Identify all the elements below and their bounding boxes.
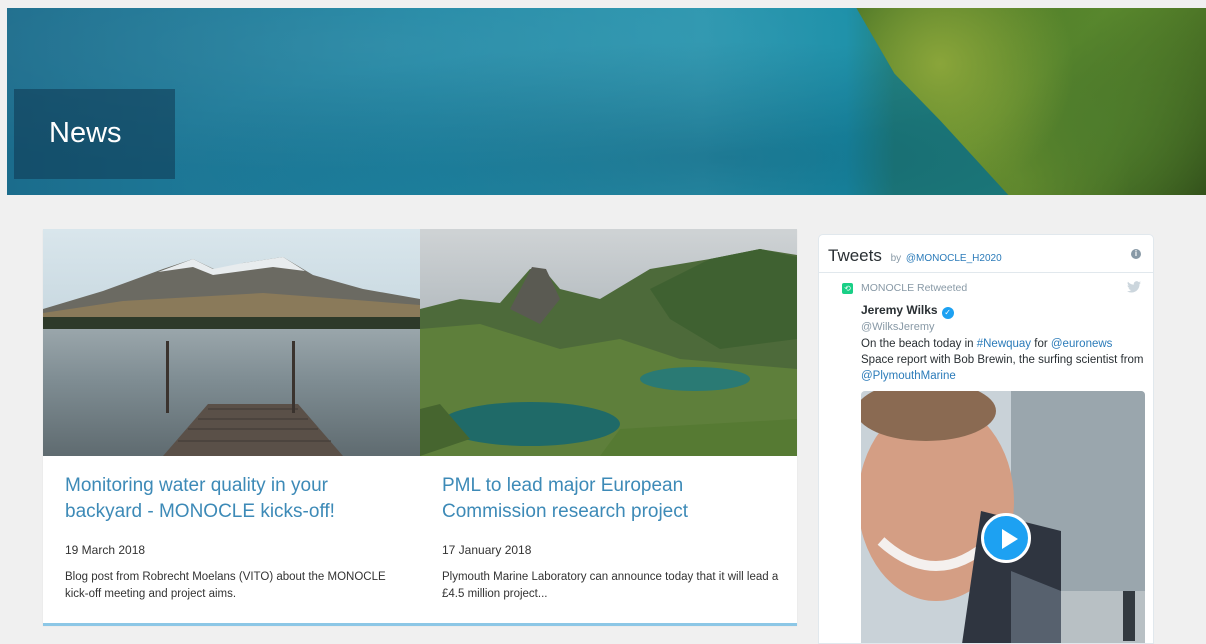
news-card[interactable]: Monitoring water quality in your backyar… <box>43 229 420 625</box>
retweet-icon: ⟲ <box>842 283 853 294</box>
info-icon[interactable]: i <box>1131 249 1141 259</box>
hero-banner: News <box>7 8 1206 195</box>
news-list: Monitoring water quality in your backyar… <box>43 229 797 625</box>
tweets-handle-link[interactable]: @MONOCLE_H2020 <box>906 253 1002 264</box>
mention-link[interactable]: @euronews <box>1051 338 1113 350</box>
tweet-video[interactable] <box>861 391 1145 643</box>
news-card-date: 17 January 2018 <box>442 543 532 557</box>
tweets-header: Tweets by @MONOCLE_H2020 i <box>819 235 1153 273</box>
verified-badge-icon: ✓ <box>941 307 954 319</box>
mountain-lake-graphic <box>420 249 797 456</box>
news-card-title[interactable]: PML to lead major European Commission re… <box>442 473 787 525</box>
news-card-description: Plymouth Marine Laboratory can announce … <box>442 571 779 600</box>
tweet-author-name[interactable]: Jeremy Wilks ✓ <box>861 303 954 319</box>
page-title: News <box>49 117 122 149</box>
news-card-title[interactable]: Monitoring water quality in your backyar… <box>65 473 410 525</box>
news-card-image[interactable] <box>43 229 420 456</box>
dock-graphic <box>163 341 343 456</box>
play-icon[interactable] <box>981 513 1031 563</box>
news-card-description: Blog post from Robrecht Moelans (VITO) a… <box>65 571 386 600</box>
hashtag-link[interactable]: #Newquay <box>977 338 1031 350</box>
mention-link[interactable]: @PlymouthMarine <box>861 370 956 382</box>
hero-title-box: News <box>14 89 175 179</box>
news-bottom-accent <box>43 623 797 626</box>
news-card-date: 19 March 2018 <box>65 543 146 557</box>
news-card[interactable]: PML to lead major European Commission re… <box>420 229 797 625</box>
twitter-timeline-widget: Tweets by @MONOCLE_H2020 i ⟲ MONOCLE Ret… <box>818 234 1154 644</box>
retweet-label[interactable]: MONOCLE Retweeted <box>861 282 967 294</box>
tweets-title: Tweets by @MONOCLE_H2020 <box>828 246 1002 265</box>
tweet-text: On the beach today in #Newquay for @euro… <box>861 338 1144 382</box>
news-card-image[interactable] <box>420 229 797 456</box>
twitter-bird-icon[interactable] <box>1127 281 1141 293</box>
tweet-author-handle[interactable]: @WilksJeremy <box>861 321 935 333</box>
